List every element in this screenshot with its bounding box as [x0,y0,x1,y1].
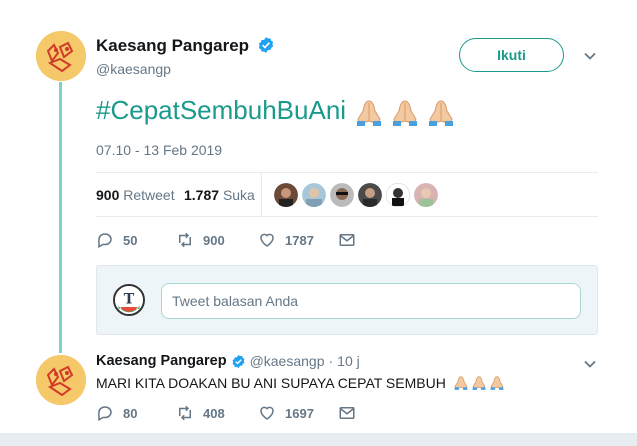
folded-hands-emoji [424,97,458,127]
folded-hands-emoji [352,97,386,127]
tweet-card: Kaesang Pangarep @kaesangp Ikuti #CepatS… [0,0,637,434]
hashtag-link[interactable]: #CepatSembuhBuAni [96,95,346,125]
reply-tweet-header: Kaesang Pangarep @kaesangp · 10 j [96,353,360,369]
reply-text: MARI KITA DOAKAN BU ANI SUPAYA CEPAT SEM… [96,374,446,391]
author-handle[interactable]: @kaesangp [96,61,171,77]
svg-text:T: T [124,292,135,308]
like-icon [260,233,274,247]
folded-hands-emoji-group [452,374,506,391]
folded-hands-emoji [470,374,488,391]
verified-icon [258,37,274,53]
verified-icon [232,354,244,368]
liker-avatar[interactable] [414,183,438,207]
reply-icon [98,406,112,422]
liker-avatar[interactable] [358,183,382,207]
reply-tweet-text: MARI KITA DOAKAN BU ANI SUPAYA CEPAT SEM… [96,374,506,391]
like-button[interactable]: 1697 [258,404,338,422]
stats-divider [261,173,262,217]
liker-avatars [274,183,438,207]
reply-count: 50 [123,232,138,248]
retweet-stat[interactable]: 900 Retweet [96,187,175,203]
tweet-actions: 50 900 1787 [96,231,365,249]
reply-author-avatar[interactable] [36,355,86,405]
chevron-down-icon[interactable] [582,48,598,64]
liker-avatar[interactable] [386,183,410,207]
reply-count: 80 [123,405,138,421]
author-name[interactable]: Kaesang Pangarep [96,36,249,56]
retweet-action-count: 408 [203,405,225,421]
tweet-text: #CepatSembuhBuAni [96,95,458,127]
direct-message-button[interactable] [338,404,365,422]
reply-button[interactable]: 50 [96,231,176,249]
liker-avatar[interactable] [302,183,326,207]
retweet-action-count: 900 [203,232,225,248]
chevron-down-icon[interactable] [582,356,598,372]
like-button[interactable]: 1787 [258,231,338,249]
author-avatar[interactable] [36,31,86,81]
tweet-timestamp[interactable]: 07.10 - 13 Feb 2019 [96,142,222,158]
like-count: 1.787 [184,187,220,203]
like-icon [260,406,274,420]
retweet-icon [179,405,191,421]
liker-avatar[interactable] [274,183,298,207]
like-action-count: 1697 [285,405,314,421]
like-action-count: 1787 [285,232,314,248]
folded-hands-emoji [488,374,506,391]
like-stat-label: Suka [222,187,255,203]
reply-time[interactable]: 10 j [337,353,360,369]
folded-hands-emoji [388,97,422,127]
reply-tweet-actions: 80 408 1697 [96,404,365,422]
direct-message-icon [339,407,355,419]
reply-input[interactable]: Tweet balasan Anda [161,283,581,319]
retweet-count: 900 [96,187,120,203]
tweet-stats: 900 Retweet 1.787 Suka [96,172,598,217]
folded-hands-emoji-group [352,97,458,127]
retweet-icon [179,232,191,248]
follow-button[interactable]: Ikuti [459,38,564,72]
liker-avatar[interactable] [330,183,354,207]
retweet-button[interactable]: 900 [176,231,258,249]
retweet-button[interactable]: 408 [176,404,258,422]
current-user-avatar: T [113,284,145,316]
reply-button[interactable]: 80 [96,404,176,422]
folded-hands-emoji [452,374,470,391]
thread-line [59,82,62,353]
reply-composer: T Tweet balasan Anda [96,265,598,335]
reply-separator: · [328,353,334,369]
direct-message-icon [339,234,355,246]
reply-icon [98,233,112,249]
retweet-stat-label: Retweet [123,187,175,203]
reply-author-handle[interactable]: @kaesangp [250,353,325,369]
like-stat[interactable]: 1.787 Suka [184,187,255,203]
direct-message-button[interactable] [338,231,365,249]
reply-author-name[interactable]: Kaesang Pangarep [96,353,227,369]
